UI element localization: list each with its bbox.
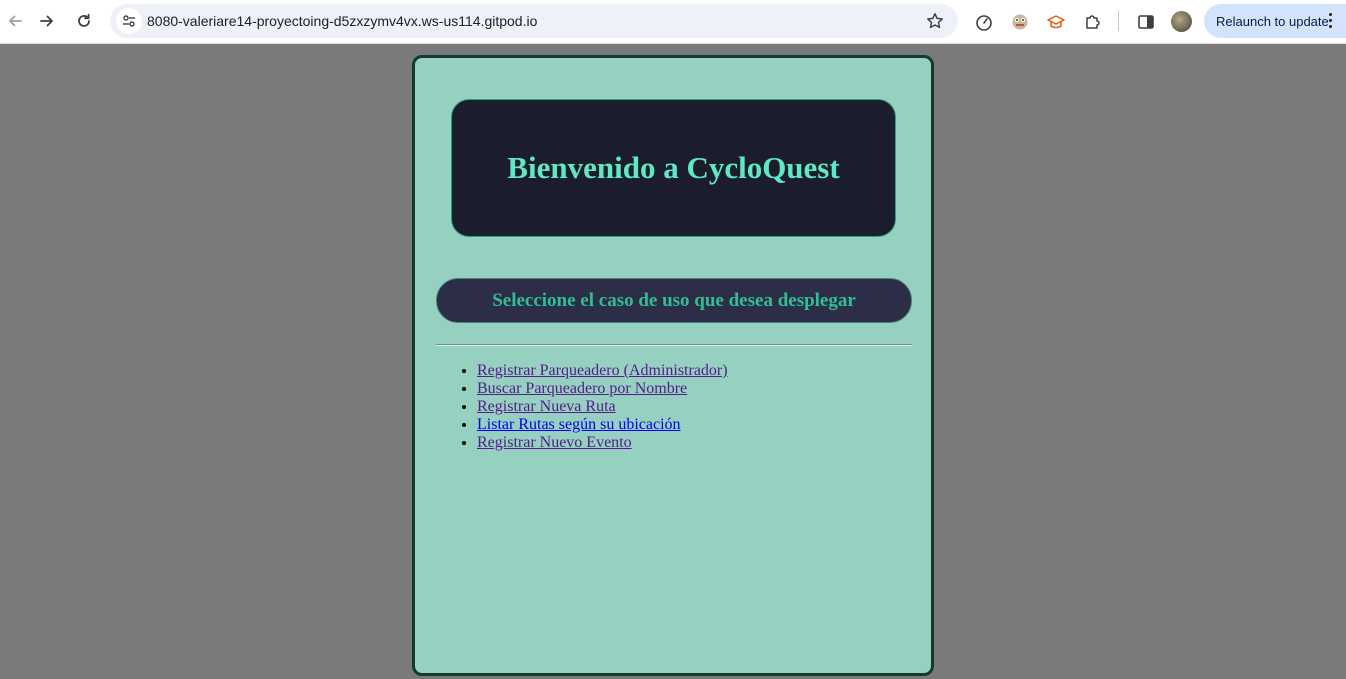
link-registrar-ruta[interactable]: Registrar Nueva Ruta — [477, 398, 616, 415]
list-item: Listar Rutas según su ubicación — [477, 416, 728, 434]
side-panel-icon[interactable] — [1134, 10, 1158, 34]
back-icon[interactable] — [0, 6, 30, 36]
menu-kebab-icon[interactable] — [1329, 13, 1333, 29]
list-item: Registrar Parqueadero (Administrador) — [477, 362, 728, 380]
url-text[interactable]: 8080-valeriare14-proyectoing-d5zxzymv4vx… — [147, 13, 537, 29]
link-registrar-parqueadero[interactable]: Registrar Parqueadero (Administrador) — [477, 362, 728, 379]
list-item: Registrar Nueva Ruta — [477, 398, 728, 416]
toolbar-separator — [1118, 11, 1119, 31]
extension-frog-icon[interactable] — [1008, 10, 1032, 34]
relaunch-label: Relaunch to update — [1216, 14, 1329, 29]
link-registrar-evento[interactable]: Registrar Nuevo Evento — [477, 434, 632, 451]
page-title: Bienvenido a CycloQuest — [507, 150, 840, 185]
extensions-puzzle-icon[interactable] — [1081, 10, 1105, 34]
link-listar-rutas[interactable]: Listar Rutas según su ubicación — [477, 416, 681, 433]
extension-hat-icon[interactable] — [1044, 10, 1068, 34]
subtitle-bar: Seleccione el caso de uso que desea desp… — [436, 278, 912, 323]
browser-toolbar: 8080-valeriare14-proyectoing-d5zxzymv4vx… — [0, 0, 1346, 44]
site-info-icon[interactable] — [116, 8, 142, 34]
link-buscar-parqueadero[interactable]: Buscar Parqueadero por Nombre — [477, 380, 687, 397]
use-case-list: Registrar Parqueadero (Administrador) Bu… — [477, 362, 728, 452]
page-subtitle: Seleccione el caso de uso que desea desp… — [492, 289, 856, 311]
address-bar[interactable]: 8080-valeriare14-proyectoing-d5zxzymv4vx… — [110, 4, 958, 38]
list-item: Registrar Nuevo Evento — [477, 434, 728, 452]
forward-icon[interactable] — [32, 6, 62, 36]
profile-avatar[interactable] — [1171, 11, 1192, 32]
divider — [436, 344, 912, 346]
relaunch-button[interactable]: Relaunch to update — [1204, 4, 1346, 38]
header-banner: Bienvenido a CycloQuest — [451, 99, 896, 237]
reload-icon[interactable] — [69, 6, 99, 36]
main-card: Bienvenido a CycloQuest Seleccione el ca… — [412, 55, 934, 676]
bookmark-star-icon[interactable] — [924, 10, 946, 32]
list-item: Buscar Parqueadero por Nombre — [477, 380, 728, 398]
performance-icon[interactable] — [972, 10, 996, 34]
